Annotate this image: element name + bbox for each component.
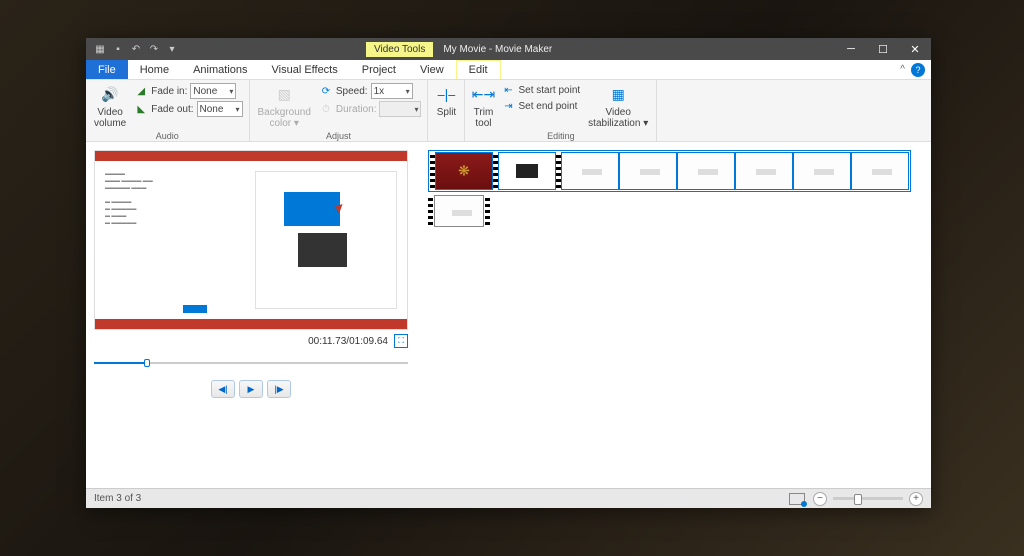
tab-view[interactable]: View bbox=[408, 60, 456, 79]
editing-group-label: Editing bbox=[471, 131, 650, 141]
trim-icon: ⇤⇥ bbox=[473, 85, 493, 105]
clip-3e[interactable] bbox=[793, 152, 851, 190]
quick-access-toolbar: ▦ ▪ ↶ ↷ ▾ bbox=[86, 43, 186, 55]
zoom-slider[interactable] bbox=[833, 497, 903, 500]
clip-1[interactable] bbox=[435, 152, 493, 190]
tab-file[interactable]: File bbox=[86, 60, 128, 79]
split-icon: ⎯|⎯ bbox=[436, 85, 456, 105]
contextual-tab-label: Video Tools bbox=[366, 42, 433, 57]
timeline-row-1[interactable] bbox=[428, 150, 911, 192]
speed-label: Speed: bbox=[336, 86, 368, 97]
titlebar: ▦ ▪ ↶ ↷ ▾ Video Tools My Movie - Movie M… bbox=[86, 38, 931, 60]
ribbon-group-editing: ⇤⇥ Trim tool ⇤ Set start point ⇥ Set end… bbox=[464, 80, 657, 141]
app-window: ▦ ▪ ↶ ↷ ▾ Video Tools My Movie - Movie M… bbox=[86, 38, 931, 508]
clip-3d[interactable] bbox=[735, 152, 793, 190]
fade-out-select[interactable]: None bbox=[197, 101, 243, 117]
preview-video[interactable]: ▬▬▬▬▬▬▬ ▬▬▬▬ ▬▬▬▬▬▬▬ ▬▬▬▬ ▬▬▬▬▬ ▬▬▬▬▬▬ ▬… bbox=[94, 150, 408, 330]
play-button[interactable]: ▶ bbox=[239, 380, 263, 398]
clip-3b[interactable] bbox=[619, 152, 677, 190]
thumbnail-size-icon[interactable] bbox=[789, 493, 805, 505]
stabilization-icon: ▦ bbox=[608, 85, 628, 105]
speed-select[interactable]: 1x bbox=[371, 83, 413, 99]
speed-icon: ⟳ bbox=[319, 84, 333, 98]
stabilization-label: Video stabilization ▾ bbox=[588, 107, 648, 129]
help-icon[interactable]: ? bbox=[911, 63, 925, 77]
tab-edit[interactable]: Edit bbox=[456, 60, 501, 79]
seek-slider[interactable] bbox=[94, 356, 408, 370]
qat-dropdown-icon[interactable]: ▾ bbox=[166, 43, 178, 55]
split-button[interactable]: ⎯|⎯ Split bbox=[434, 83, 458, 120]
audio-group-label: Audio bbox=[92, 131, 243, 141]
save-icon[interactable]: ▪ bbox=[112, 43, 124, 55]
ribbon-group-audio: 🔊 Video volume ◢ Fade in: None ◣ Fade ou… bbox=[86, 80, 250, 141]
video-stabilization-button[interactable]: ▦ Video stabilization ▾ bbox=[586, 83, 650, 131]
clip-3f[interactable] bbox=[851, 152, 909, 190]
duration-select bbox=[379, 101, 421, 117]
status-item-count: Item 3 of 3 bbox=[94, 493, 141, 504]
prev-frame-button[interactable]: ◀| bbox=[211, 380, 235, 398]
fade-out-label: Fade out: bbox=[151, 104, 193, 115]
window-buttons: ─ ☐ ✕ bbox=[835, 38, 931, 60]
clip-3a[interactable] bbox=[561, 152, 619, 190]
tab-visual-effects[interactable]: Visual Effects bbox=[260, 60, 350, 79]
zoom-in-button[interactable]: + bbox=[909, 492, 923, 506]
background-color-button: ▧ Background color ▾ bbox=[256, 83, 313, 131]
end-point-icon: ⇥ bbox=[501, 99, 515, 113]
adjust-group-label: Adjust bbox=[256, 131, 422, 141]
set-end-point-button[interactable]: ⇥ Set end point bbox=[501, 99, 580, 113]
video-volume-button[interactable]: 🔊 Video volume bbox=[92, 83, 128, 131]
content-area: ▬▬▬▬▬▬▬ ▬▬▬▬ ▬▬▬▬▬▬▬ ▬▬▬▬ ▬▬▬▬▬ ▬▬▬▬▬▬ ▬… bbox=[86, 142, 931, 488]
tab-home[interactable]: Home bbox=[128, 60, 181, 79]
palette-icon: ▧ bbox=[274, 85, 294, 105]
time-display: 00:11.73/01:09.64 bbox=[308, 336, 388, 347]
split-label: Split bbox=[437, 107, 456, 118]
ribbon-group-split: ⎯|⎯ Split bbox=[428, 80, 464, 141]
set-start-point-button[interactable]: ⇤ Set start point bbox=[501, 83, 580, 97]
redo-icon[interactable]: ↷ bbox=[148, 43, 160, 55]
clip-3c[interactable] bbox=[677, 152, 735, 190]
next-frame-button[interactable]: |▶ bbox=[267, 380, 291, 398]
ribbon: 🔊 Video volume ◢ Fade in: None ◣ Fade ou… bbox=[86, 80, 931, 142]
statusbar: Item 3 of 3 − + bbox=[86, 488, 931, 508]
app-icon: ▦ bbox=[94, 43, 106, 55]
fade-in-icon: ◢ bbox=[134, 84, 148, 98]
fullscreen-icon[interactable]: ⛶ bbox=[394, 334, 408, 348]
bg-color-label: Background color ▾ bbox=[258, 107, 311, 129]
clip-2[interactable] bbox=[498, 152, 556, 190]
timeline-pane[interactable] bbox=[416, 142, 931, 488]
video-volume-label: Video volume bbox=[94, 107, 126, 129]
zoom-out-button[interactable]: − bbox=[813, 492, 827, 506]
fade-out-icon: ◣ bbox=[134, 102, 148, 116]
ribbon-tabs: File Home Animations Visual Effects Proj… bbox=[86, 60, 931, 80]
trim-label: Trim tool bbox=[474, 107, 494, 129]
duration-label: Duration: bbox=[336, 104, 377, 115]
minimize-button[interactable]: ─ bbox=[835, 38, 867, 60]
trim-tool-button[interactable]: ⇤⇥ Trim tool bbox=[471, 83, 495, 131]
tab-animations[interactable]: Animations bbox=[181, 60, 259, 79]
close-button[interactable]: ✕ bbox=[899, 38, 931, 60]
speaker-icon: 🔊 bbox=[100, 85, 120, 105]
window-title: My Movie - Movie Maker bbox=[443, 44, 552, 55]
fade-in-label: Fade in: bbox=[151, 86, 187, 97]
tab-project[interactable]: Project bbox=[350, 60, 408, 79]
timeline-row-2[interactable] bbox=[428, 195, 919, 227]
ribbon-group-adjust: ▧ Background color ▾ ⟳ Speed: 1x ⏱ Durat… bbox=[250, 80, 429, 141]
clip-tail[interactable] bbox=[434, 195, 484, 227]
collapse-ribbon-icon[interactable]: ^ bbox=[900, 64, 905, 75]
preview-pane: ▬▬▬▬▬▬▬ ▬▬▬▬ ▬▬▬▬▬▬▬ ▬▬▬▬ ▬▬▬▬▬ ▬▬▬▬▬▬ ▬… bbox=[86, 142, 416, 488]
undo-icon[interactable]: ↶ bbox=[130, 43, 142, 55]
start-point-icon: ⇤ bbox=[501, 83, 515, 97]
maximize-button[interactable]: ☐ bbox=[867, 38, 899, 60]
playback-controls: ◀| ▶ |▶ bbox=[94, 380, 408, 398]
fade-in-select[interactable]: None bbox=[190, 83, 236, 99]
duration-icon: ⏱ bbox=[319, 102, 333, 116]
